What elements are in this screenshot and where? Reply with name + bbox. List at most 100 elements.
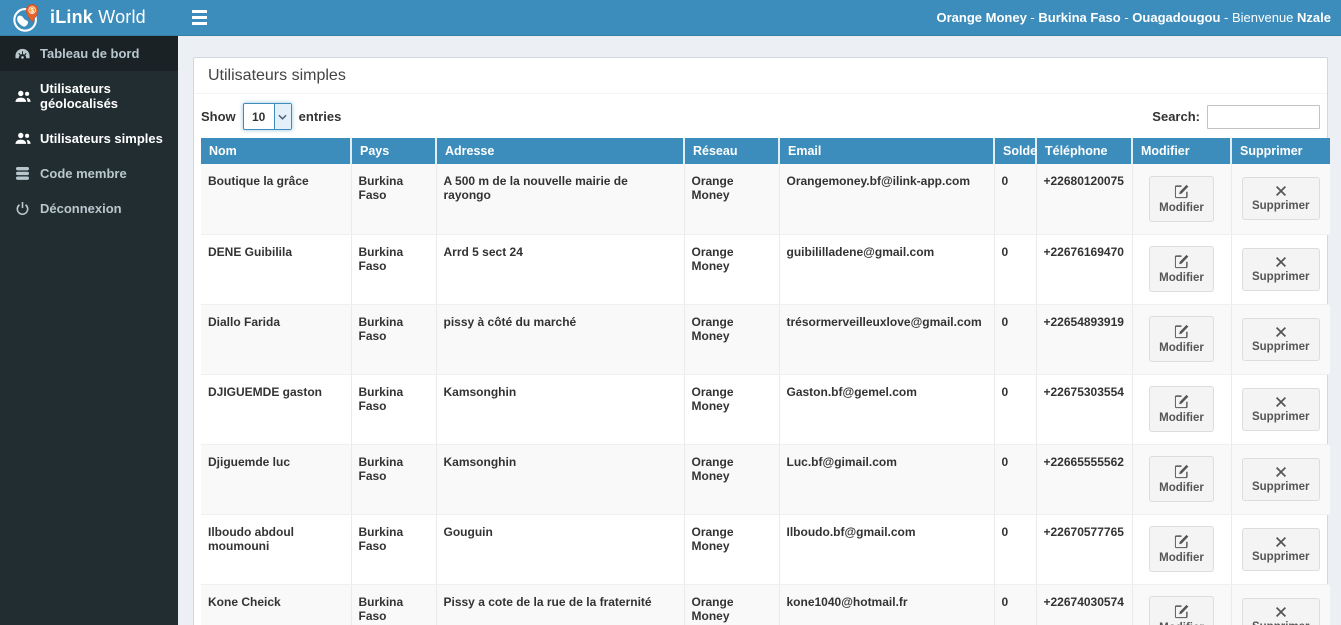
cell-pays: Burkina Faso bbox=[351, 304, 437, 375]
cell-reseau: Orange Money bbox=[684, 444, 780, 515]
column-header-email[interactable]: Email bbox=[779, 138, 995, 164]
cell-reseau: Orange Money bbox=[684, 304, 780, 375]
modifier-button[interactable]: Modifier bbox=[1149, 175, 1214, 222]
supprimer-button[interactable]: Supprimer bbox=[1241, 317, 1320, 361]
modifier-button[interactable]: Modifier bbox=[1149, 316, 1214, 362]
supprimer-button-label: Supprimer bbox=[1251, 550, 1310, 563]
cell-pays: Burkina Faso bbox=[351, 164, 437, 235]
cell-email: trésormerveilleuxlove@gmail.com bbox=[779, 304, 995, 375]
supprimer-button[interactable]: Supprimer bbox=[1241, 247, 1320, 291]
table-body: Boutique la grâce Burkina Faso A 500 m d… bbox=[201, 164, 1330, 625]
x-close-icon bbox=[1275, 606, 1287, 618]
column-header-supprimer[interactable]: Supprimer bbox=[1231, 138, 1330, 164]
power-icon bbox=[14, 202, 31, 215]
sidebar-item-label: Tableau de bord bbox=[40, 46, 140, 61]
modifier-button[interactable]: Modifier bbox=[1149, 456, 1214, 502]
modifier-button[interactable]: Modifier bbox=[1149, 246, 1214, 292]
supprimer-button-label: Supprimer bbox=[1252, 621, 1310, 625]
cell-email: Gaston.bf@gemel.com bbox=[779, 374, 995, 445]
sidebar-item-tableau-de-bord[interactable]: Tableau de bord bbox=[0, 36, 178, 71]
sidebar-item-label: Code membre bbox=[40, 166, 127, 181]
modifier-button-label: Modifier bbox=[1159, 412, 1204, 424]
table-row: DENE Guibilila Burkina Faso Arrd 5 sect … bbox=[201, 234, 1330, 305]
column-header-telephone[interactable]: Téléphone bbox=[1036, 138, 1133, 164]
modifier-button-label: Modifier bbox=[1159, 272, 1204, 284]
column-header-modifier[interactable]: Modifier bbox=[1132, 138, 1232, 164]
cell-supprimer: Supprimer bbox=[1231, 374, 1330, 445]
cell-pays: Burkina Faso bbox=[351, 584, 437, 625]
cell-reseau: Orange Money bbox=[684, 374, 780, 445]
brand-logo[interactable]: $ iLink World bbox=[0, 0, 178, 35]
cell-pays: Burkina Faso bbox=[351, 514, 437, 585]
topbar-city: Ouagadougou bbox=[1132, 10, 1221, 25]
supprimer-button[interactable]: Supprimer bbox=[1241, 457, 1320, 501]
sidebar-item-utilisateurs-simples[interactable]: Utilisateurs simples bbox=[0, 121, 178, 156]
modifier-button-label: Modifier bbox=[1159, 342, 1204, 354]
supprimer-button[interactable]: Supprimer bbox=[1241, 597, 1320, 625]
modifier-button[interactable]: Modifier bbox=[1149, 526, 1214, 572]
cell-adresse: Kamsonghin bbox=[436, 374, 685, 445]
topbar-greeting: Bienvenue bbox=[1231, 10, 1298, 25]
modifier-button[interactable]: Modifier bbox=[1149, 386, 1214, 432]
column-header-pays[interactable]: Pays bbox=[351, 138, 437, 164]
edit-pencil-icon bbox=[1174, 604, 1189, 619]
supprimer-button[interactable]: Supprimer bbox=[1241, 527, 1320, 571]
cell-supprimer: Supprimer bbox=[1231, 234, 1330, 305]
column-header-nom[interactable]: Nom bbox=[201, 138, 352, 164]
x-close-icon bbox=[1275, 326, 1287, 338]
navbar: Orange Money - Burkina Faso - Ouagadougo… bbox=[178, 0, 1341, 35]
cell-pays: Burkina Faso bbox=[351, 444, 437, 515]
topbar-network: Orange Money bbox=[936, 10, 1027, 25]
users-panel: Utilisateurs simples Show 10 entries Sea… bbox=[193, 57, 1330, 625]
cell-nom: Diallo Farida bbox=[201, 304, 352, 375]
search-control: Search: bbox=[1152, 104, 1320, 129]
edit-pencil-icon bbox=[1174, 324, 1189, 339]
topbar: $ iLink World Orange Money - Burkina Fas… bbox=[0, 0, 1341, 36]
database-icon bbox=[14, 167, 31, 180]
cell-pays: Burkina Faso bbox=[351, 234, 437, 305]
sidebar-item-deconnexion[interactable]: Déconnexion bbox=[0, 191, 178, 226]
supprimer-button[interactable]: Supprimer bbox=[1241, 387, 1320, 431]
modifier-button[interactable]: Modifier bbox=[1149, 596, 1214, 625]
cell-solde: 0 bbox=[994, 304, 1037, 375]
modifier-button-label: Modifier bbox=[1159, 552, 1204, 564]
cell-email: Luc.bf@gimail.com bbox=[779, 444, 995, 515]
sidebar-item-utilisateurs-geolocalises[interactable]: Utilisateurs géolocalisés bbox=[0, 71, 178, 121]
cell-email: Orangemoney.bf@ilink-app.com bbox=[779, 164, 995, 235]
cell-solde: 0 bbox=[994, 584, 1037, 625]
cell-solde: 0 bbox=[994, 444, 1037, 515]
x-close-icon bbox=[1275, 256, 1287, 268]
cell-modifier: Modifier bbox=[1132, 234, 1232, 305]
cell-modifier: Modifier bbox=[1132, 444, 1232, 515]
main-content: Utilisateurs simples Show 10 entries Sea… bbox=[178, 36, 1341, 625]
page-title: Utilisateurs simples bbox=[194, 58, 1327, 94]
sidebar-toggle-hamburger-icon[interactable] bbox=[190, 6, 209, 29]
cell-nom: Boutique la grâce bbox=[201, 164, 352, 235]
table-header-row: Nom Pays Adresse Réseau Email Solde Télé… bbox=[201, 138, 1330, 164]
cell-nom: Kone Cheick bbox=[201, 584, 352, 625]
supprimer-button-label: Supprimer bbox=[1251, 340, 1310, 353]
column-header-reseau[interactable]: Réseau bbox=[684, 138, 780, 164]
x-close-icon bbox=[1275, 396, 1287, 408]
sidebar-item-code-membre[interactable]: Code membre bbox=[0, 156, 178, 191]
table-controls: Show 10 entries Search: bbox=[194, 94, 1327, 138]
x-close-icon bbox=[1275, 536, 1287, 548]
cell-modifier: Modifier bbox=[1132, 514, 1232, 585]
table-row: Diallo Farida Burkina Faso pissy à côté … bbox=[201, 304, 1330, 375]
cell-telephone: +22676169470 bbox=[1036, 234, 1133, 305]
users-table-wrap: Nom Pays Adresse Réseau Email Solde Télé… bbox=[194, 138, 1330, 625]
supprimer-button[interactable]: Supprimer bbox=[1241, 177, 1320, 221]
table-row: Kone Cheick Burkina Faso Pissy a cote de… bbox=[201, 584, 1330, 625]
supprimer-button-label: Supprimer bbox=[1251, 410, 1310, 423]
cell-modifier: Modifier bbox=[1132, 374, 1232, 445]
cell-email: kone1040@hotmail.fr bbox=[779, 584, 995, 625]
column-header-solde[interactable]: Solde bbox=[994, 138, 1037, 164]
column-header-adresse[interactable]: Adresse bbox=[436, 138, 685, 164]
page-length-select[interactable]: 10 bbox=[242, 103, 292, 130]
cell-adresse: Gouguin bbox=[436, 514, 685, 585]
cell-modifier: Modifier bbox=[1132, 304, 1232, 375]
table-row: Djiguemde luc Burkina Faso Kamsonghin Or… bbox=[201, 444, 1330, 515]
edit-pencil-icon bbox=[1174, 254, 1189, 269]
cell-solde: 0 bbox=[994, 514, 1037, 585]
search-input[interactable] bbox=[1207, 104, 1320, 129]
